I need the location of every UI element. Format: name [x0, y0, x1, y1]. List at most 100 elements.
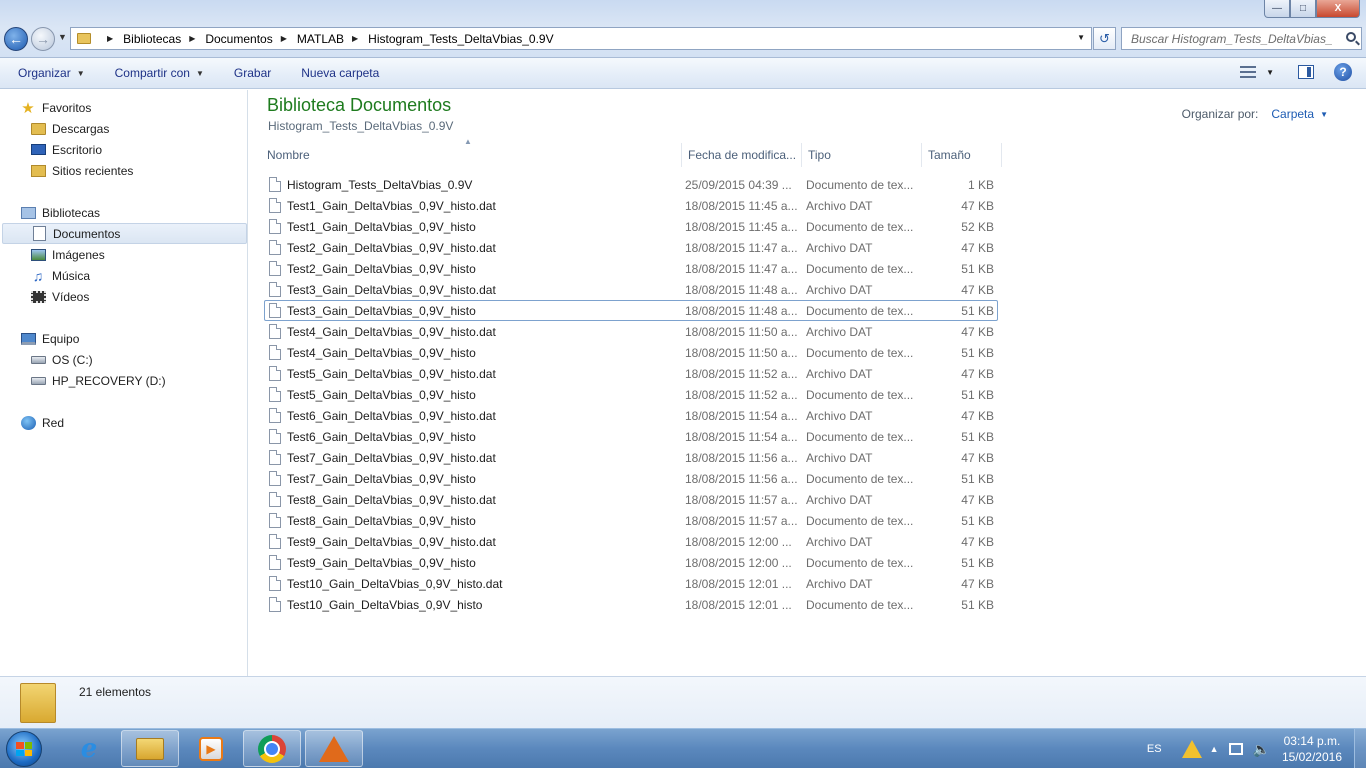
file-type: Archivo DAT	[806, 198, 873, 213]
help-icon[interactable]: ?	[1334, 63, 1352, 81]
folder-icon	[20, 683, 56, 723]
file-row[interactable]: Test7_Gain_DeltaVbias_0,9V_histo 18/08/20…	[264, 468, 998, 489]
chevron-down-icon[interactable]: ▼	[1320, 110, 1328, 119]
sort-ascending-icon: ▲	[464, 137, 472, 146]
file-row[interactable]: Test10_Gain_DeltaVbias_0,9V_histo 18/08/2…	[264, 594, 998, 615]
start-button[interactable]	[6, 731, 42, 767]
breadcrumb-documents[interactable]: Documentos	[205, 32, 272, 46]
file-row[interactable]: Test1_Gain_DeltaVbias_0,9V_histo.dat 18/0…	[264, 195, 998, 216]
file-name: Test10_Gain_DeltaVbias_0,9V_histo.dat	[287, 576, 503, 591]
file-row[interactable]: Test6_Gain_DeltaVbias_0,9V_histo 18/08/20…	[264, 426, 998, 447]
nav-downloads[interactable]: Descargas	[0, 118, 246, 139]
nav-drive-c[interactable]: OS (C:)	[0, 349, 246, 370]
share-button[interactable]: Compartir con ▼	[115, 66, 204, 80]
arrange-by: Organizar por: Carpeta ▼	[1182, 107, 1328, 121]
nav-network[interactable]: Red	[0, 412, 246, 433]
language-indicator[interactable]: ES	[1147, 743, 1162, 755]
column-header-type[interactable]: Tipo	[802, 143, 922, 167]
search-icon[interactable]	[1346, 32, 1356, 42]
maximize-button[interactable]: □	[1290, 0, 1316, 18]
column-header-name[interactable]: Nombre ▲	[261, 137, 682, 167]
file-name-cell: Test2_Gain_DeltaVbias_0,9V_histo	[265, 261, 685, 276]
address-bar[interactable]: ▶ Bibliotecas ▶ Documentos ▶ MATLAB ▶ Hi…	[70, 27, 1092, 50]
breadcrumb-current-folder[interactable]: Histogram_Tests_DeltaVbias_0.9V	[368, 32, 553, 46]
file-row[interactable]: Test3_Gain_DeltaVbias_0,9V_histo 18/08/20…	[264, 300, 998, 321]
file-icon	[269, 597, 281, 612]
chevron-right-icon[interactable]: ▶	[352, 34, 358, 43]
minimize-button[interactable]: —	[1264, 0, 1290, 18]
forward-button[interactable]: →	[31, 27, 55, 51]
nav-videos[interactable]: Vídeos	[0, 286, 246, 307]
breadcrumb-matlab[interactable]: MATLAB	[297, 32, 344, 46]
file-date: 18/08/2015 11:54 a...	[685, 429, 798, 444]
refresh-button[interactable]: ↺	[1093, 27, 1116, 50]
file-row[interactable]: Test5_Gain_DeltaVbias_0,9V_histo 18/08/20…	[264, 384, 998, 405]
taskbar-media-player[interactable]: ▶	[182, 730, 240, 767]
preview-pane-icon[interactable]	[1298, 65, 1314, 79]
file-list: Histogram_Tests_DeltaVbias_0.9V 25/09/201…	[264, 174, 998, 615]
file-name: Test6_Gain_DeltaVbias_0,9V_histo.dat	[287, 408, 496, 423]
nav-documents[interactable]: Documentos	[2, 223, 247, 244]
taskbar-internet-explorer[interactable]: e	[60, 730, 118, 767]
chevron-right-icon[interactable]: ▶	[189, 34, 195, 43]
close-button[interactable]: X	[1316, 0, 1360, 18]
nav-drive-d[interactable]: HP_RECOVERY (D:)	[0, 370, 246, 391]
arrange-by-dropdown[interactable]: Carpeta	[1271, 107, 1314, 121]
taskbar-chrome[interactable]	[243, 730, 301, 767]
file-row[interactable]: Test2_Gain_DeltaVbias_0,9V_histo.dat 18/0…	[264, 237, 998, 258]
nav-favorites[interactable]: ★ Favoritos	[0, 97, 246, 118]
new-folder-button[interactable]: Nueva carpeta	[301, 66, 379, 80]
file-date: 18/08/2015 11:52 a...	[685, 366, 798, 381]
organize-button[interactable]: Organizar ▼	[18, 66, 85, 80]
nav-libraries[interactable]: Bibliotecas	[0, 202, 246, 223]
warning-icon[interactable]	[1181, 740, 1202, 758]
search-box[interactable]	[1121, 27, 1362, 50]
nav-images[interactable]: Imágenes	[0, 244, 246, 265]
media-player-icon: ▶	[199, 736, 223, 761]
chevron-right-icon[interactable]: ▶	[107, 34, 113, 43]
file-row[interactable]: Test3_Gain_DeltaVbias_0,9V_histo.dat 18/0…	[264, 279, 998, 300]
file-row[interactable]: Test9_Gain_DeltaVbias_0,9V_histo.dat 18/0…	[264, 531, 998, 552]
volume-icon[interactable]: 🔈	[1253, 741, 1270, 758]
search-input[interactable]	[1122, 28, 1332, 49]
nav-desktop[interactable]: Escritorio	[0, 139, 246, 160]
item-count: 21 elementos	[79, 685, 152, 699]
file-size: 47 KB	[961, 576, 994, 591]
file-row[interactable]: Histogram_Tests_DeltaVbias_0.9V 25/09/201…	[264, 174, 998, 195]
file-row[interactable]: Test1_Gain_DeltaVbias_0,9V_histo 18/08/20…	[264, 216, 998, 237]
chevron-down-icon[interactable]: ▼	[1266, 68, 1274, 77]
chevron-right-icon[interactable]: ▶	[281, 34, 287, 43]
file-row[interactable]: Test8_Gain_DeltaVbias_0,9V_histo 18/08/20…	[264, 510, 998, 531]
nav-recent-places[interactable]: Sitios recientes	[0, 160, 246, 181]
file-row[interactable]: Test9_Gain_DeltaVbias_0,9V_histo 18/08/20…	[264, 552, 998, 573]
file-icon	[269, 324, 281, 339]
show-hidden-icons-icon[interactable]: ▲	[1210, 744, 1219, 754]
column-header-size[interactable]: Tamaño	[922, 143, 1002, 167]
file-row[interactable]: Test7_Gain_DeltaVbias_0,9V_histo.dat 18/0…	[264, 447, 998, 468]
change-view-icon[interactable]	[1240, 66, 1257, 78]
file-date: 18/08/2015 11:57 a...	[685, 513, 798, 528]
clock[interactable]: 03:14 p.m. 15/02/2016	[1282, 733, 1342, 765]
file-row[interactable]: Test6_Gain_DeltaVbias_0,9V_histo.dat 18/0…	[264, 405, 998, 426]
nav-computer[interactable]: Equipo	[0, 328, 246, 349]
taskbar-matlab[interactable]	[305, 730, 363, 767]
address-dropdown-icon[interactable]: ▼	[1077, 33, 1085, 42]
file-row[interactable]: Test4_Gain_DeltaVbias_0,9V_histo 18/08/20…	[264, 342, 998, 363]
breadcrumb-libraries[interactable]: Bibliotecas	[123, 32, 181, 46]
library-title: Biblioteca Documentos	[267, 95, 452, 115]
file-row[interactable]: Test2_Gain_DeltaVbias_0,9V_histo 18/08/20…	[264, 258, 998, 279]
column-label: Fecha de modifica...	[688, 148, 797, 162]
file-row[interactable]: Test8_Gain_DeltaVbias_0,9V_histo.dat 18/0…	[264, 489, 998, 510]
nav-music[interactable]: ♫ Música	[0, 265, 246, 286]
burn-button[interactable]: Grabar	[234, 66, 271, 80]
network-status-icon[interactable]	[1228, 743, 1243, 755]
back-button[interactable]: ←	[4, 27, 28, 51]
arrow-left-icon: ←	[9, 31, 23, 47]
show-desktop-button[interactable]	[1354, 729, 1366, 768]
file-row[interactable]: Test5_Gain_DeltaVbias_0,9V_histo.dat 18/0…	[264, 363, 998, 384]
taskbar-windows-explorer[interactable]	[121, 730, 179, 767]
recent-pages-dropdown[interactable]: ▼	[58, 32, 67, 42]
column-header-date[interactable]: Fecha de modifica...	[682, 143, 802, 167]
file-row[interactable]: Test10_Gain_DeltaVbias_0,9V_histo.dat 18/…	[264, 573, 998, 594]
file-row[interactable]: Test4_Gain_DeltaVbias_0,9V_histo.dat 18/0…	[264, 321, 998, 342]
